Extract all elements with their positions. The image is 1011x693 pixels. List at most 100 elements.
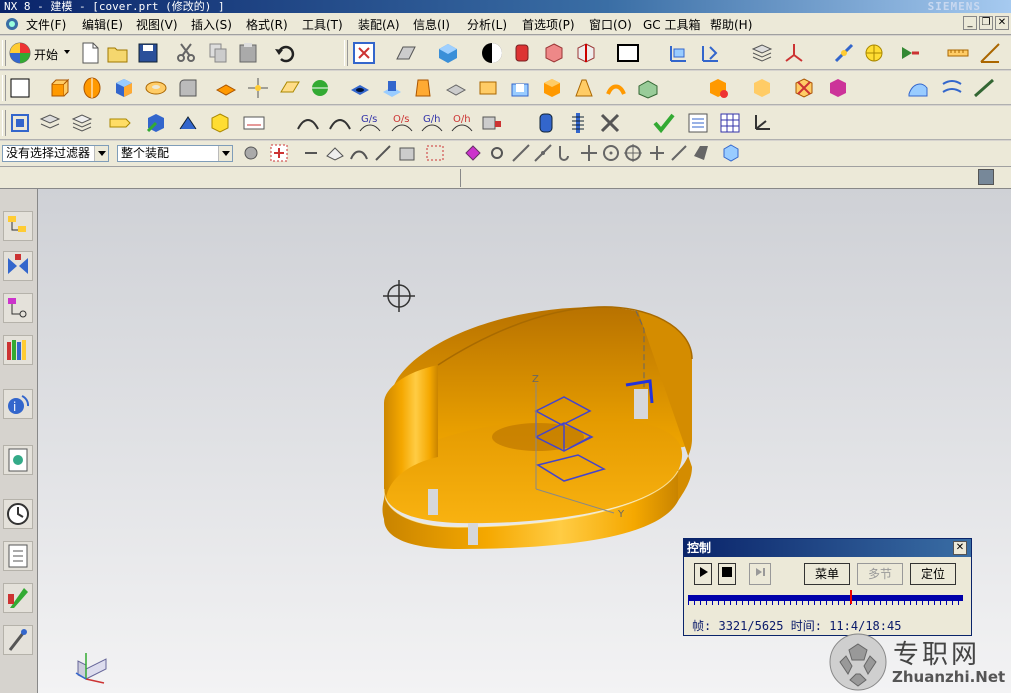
nx-menu-icon[interactable] <box>2 16 22 35</box>
play-button[interactable] <box>694 563 712 585</box>
trim-body-icon[interactable] <box>636 76 660 100</box>
snap-midpoint-icon[interactable] <box>486 142 510 166</box>
snap-point-plus-icon[interactable] <box>646 142 670 166</box>
text-icon[interactable] <box>242 111 266 135</box>
menu-analysis[interactable]: 分析(L) <box>465 16 509 33</box>
snap-line-icon[interactable] <box>510 142 534 166</box>
assembly-navigator-icon[interactable] <box>8 111 32 135</box>
spring-icon[interactable] <box>566 111 590 135</box>
curve-select-icon[interactable] <box>348 142 372 166</box>
torus-icon[interactable] <box>144 76 168 100</box>
toolbar-grip[interactable] <box>2 110 6 136</box>
offset-face-icon[interactable] <box>540 76 564 100</box>
undo-icon[interactable] <box>272 41 296 65</box>
rectangle-select-icon[interactable] <box>424 142 448 166</box>
reposition-icon[interactable] <box>208 111 232 135</box>
menu-window[interactable]: 窗口(O) <box>587 16 634 33</box>
snap-tangent-icon[interactable] <box>622 142 646 166</box>
label-icon[interactable] <box>108 111 132 135</box>
draft-icon[interactable] <box>572 76 596 100</box>
start-dropdown-icon[interactable] <box>64 50 70 54</box>
menu-edit[interactable]: 编辑(E) <box>80 16 125 33</box>
menu-assembly[interactable]: 装配(A) <box>356 16 402 33</box>
wcs-orient-icon[interactable] <box>698 41 722 65</box>
swept-icon[interactable] <box>972 76 996 100</box>
nx-logo-icon[interactable] <box>8 41 32 65</box>
timeline-thumb[interactable] <box>850 590 853 604</box>
edge-blend-icon[interactable] <box>176 76 200 100</box>
save-icon[interactable] <box>136 41 160 65</box>
deviation-icon[interactable] <box>480 111 504 135</box>
wcs-icon[interactable] <box>666 41 690 65</box>
point-icon[interactable] <box>246 76 270 100</box>
new-icon[interactable] <box>78 41 102 65</box>
view-cube-icon[interactable] <box>720 142 744 166</box>
curve-icon-1[interactable] <box>296 111 320 135</box>
selection-filter-select[interactable]: 没有选择过滤器 <box>2 145 109 162</box>
tools-icon[interactable] <box>598 111 622 135</box>
select-all-icon[interactable] <box>268 142 292 166</box>
add-component-icon[interactable] <box>144 111 168 135</box>
revolve-icon[interactable] <box>80 76 104 100</box>
chevron-down-icon[interactable] <box>218 146 232 161</box>
surface-icon[interactable] <box>906 76 930 100</box>
through-curves-icon[interactable] <box>940 76 964 100</box>
menu-gc-toolbox[interactable]: GC 工具箱 <box>641 16 703 33</box>
extrude-icon[interactable] <box>48 76 72 100</box>
chevron-down-icon[interactable] <box>94 146 108 161</box>
toolbar-grip[interactable] <box>344 40 348 66</box>
toolbar-grip[interactable] <box>2 40 6 66</box>
snap-center-icon[interactable] <box>600 142 624 166</box>
oh-icon[interactable]: O/h <box>450 111 474 135</box>
snap-onpoint-icon[interactable] <box>668 142 692 166</box>
mate-component-icon[interactable] <box>176 111 200 135</box>
table-icon[interactable] <box>718 111 742 135</box>
deselect-icon[interactable] <box>300 142 324 166</box>
close-icon[interactable]: ✕ <box>953 541 967 555</box>
start-button[interactable]: 开始 <box>34 46 58 63</box>
boss-icon[interactable] <box>380 76 404 100</box>
stack-icon[interactable] <box>70 111 94 135</box>
history-tab[interactable] <box>3 499 33 529</box>
thicken-icon[interactable] <box>604 76 628 100</box>
snap-face-icon[interactable] <box>690 142 714 166</box>
render-style-icon[interactable] <box>480 41 504 65</box>
cylinder-view-icon[interactable] <box>510 41 534 65</box>
selection-scope-select[interactable]: 整个装配 <box>117 145 233 162</box>
pattern-icon[interactable] <box>214 76 238 100</box>
reuse-library-tab[interactable] <box>3 335 33 365</box>
cover-model[interactable]: Z Y <box>382 306 693 549</box>
database-icon[interactable] <box>534 111 558 135</box>
constraint-navigator-tab[interactable] <box>3 251 33 281</box>
toolbar-grip[interactable] <box>2 75 6 101</box>
assembly-navigator-tab[interactable] <box>3 211 33 241</box>
background-color-icon[interactable] <box>616 41 640 65</box>
snap-point-icon[interactable] <box>832 41 856 65</box>
intersect-icon[interactable] <box>792 76 816 100</box>
os-icon[interactable]: O/s <box>390 111 414 135</box>
cube-view-icon[interactable] <box>542 41 566 65</box>
pocket-icon[interactable] <box>412 76 436 100</box>
check-icon[interactable] <box>652 111 676 135</box>
face-select-icon[interactable] <box>324 142 348 166</box>
emboss-icon[interactable] <box>826 76 850 100</box>
copy-icon[interactable] <box>206 41 230 65</box>
orient-view-icon[interactable] <box>394 41 418 65</box>
cut-icon[interactable] <box>174 41 198 65</box>
snap-endpoint-icon[interactable] <box>462 142 486 166</box>
menu-tools[interactable]: 工具(T) <box>300 16 345 33</box>
gh-icon[interactable]: G/h <box>420 111 444 135</box>
part-navigator-tab[interactable] <box>3 293 33 323</box>
hole-icon[interactable] <box>348 76 372 100</box>
process-studio-tab[interactable] <box>3 583 33 613</box>
menu-format[interactable]: 格式(R) <box>244 16 290 33</box>
subtract-icon[interactable] <box>750 76 774 100</box>
datum-csys-icon[interactable] <box>782 41 806 65</box>
menu-file[interactable]: 文件(F) <box>24 16 68 33</box>
filter-options-icon[interactable] <box>240 142 264 166</box>
snap-intersection-icon[interactable] <box>578 142 602 166</box>
body-select-icon[interactable] <box>396 142 420 166</box>
roles-tab[interactable] <box>3 625 33 655</box>
step-button[interactable] <box>749 563 771 585</box>
layer-settings-icon[interactable] <box>750 41 774 65</box>
